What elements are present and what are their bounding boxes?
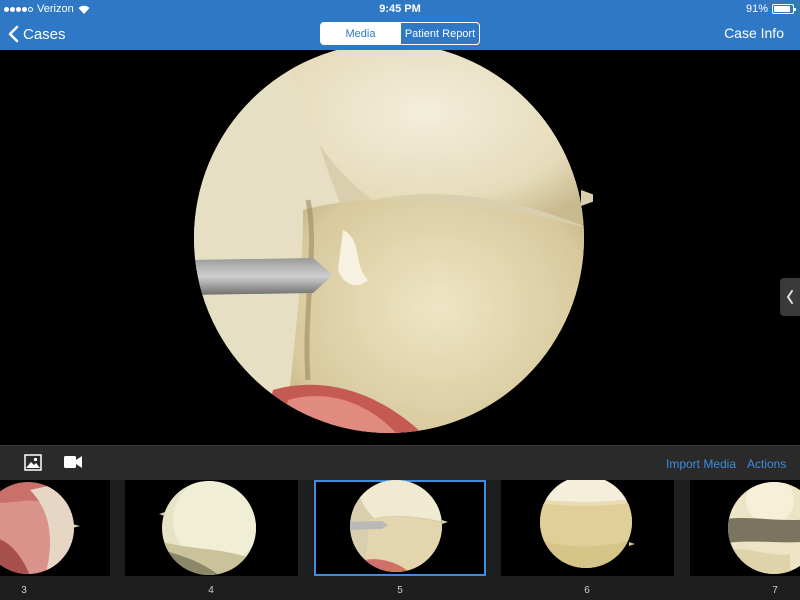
battery-icon	[772, 4, 796, 14]
status-time: 9:45 PM	[379, 3, 421, 15]
navigation-bar: Cases Media Patient Report Case Info	[0, 18, 800, 50]
thumbnail-label: 4	[208, 585, 214, 596]
thumbnail-5[interactable]	[314, 480, 486, 576]
battery-fill	[774, 6, 791, 12]
thumbnail-image	[0, 482, 80, 574]
thumbnail-image	[350, 480, 448, 572]
media-toolbar: Import Media Actions	[0, 445, 800, 480]
media-viewer[interactable]	[0, 50, 800, 445]
thumbnail-image	[159, 481, 256, 575]
actions-button[interactable]: Actions	[747, 457, 786, 471]
thumbnail-6[interactable]	[501, 480, 674, 576]
thumbnail-4[interactable]	[125, 480, 298, 576]
thumbnail-label: 5	[397, 585, 403, 596]
thumbnail-label: 6	[584, 585, 590, 596]
back-button[interactable]: Cases	[8, 22, 66, 46]
arthroscopy-image	[194, 50, 593, 433]
thumbnail-image	[728, 482, 800, 574]
segmented-control: Media Patient Report	[320, 22, 480, 45]
back-label: Cases	[23, 25, 66, 43]
thumbnail-label: 3	[21, 585, 27, 596]
thumbnail-7[interactable]	[690, 480, 800, 576]
status-right: 91%	[745, 3, 796, 15]
status-bar: Verizon 9:45 PM 91%	[0, 0, 800, 18]
battery-percent: 91%	[745, 3, 768, 15]
tab-patient-report[interactable]: Patient Report	[400, 23, 479, 44]
video-camera-icon[interactable]	[64, 456, 82, 468]
tab-media[interactable]: Media	[321, 23, 400, 44]
chevron-left-icon	[8, 25, 19, 43]
thumbnail-strip: 3 4 5 6 7	[0, 480, 800, 600]
chevron-left-icon	[786, 290, 793, 304]
photo-icon[interactable]	[24, 454, 42, 471]
side-panel-toggle[interactable]	[780, 278, 800, 316]
thumbnail-label: 7	[772, 585, 778, 596]
thumbnail-image	[540, 480, 635, 568]
thumbnail-3[interactable]	[0, 480, 110, 576]
case-info-button[interactable]: Case Info	[724, 25, 784, 41]
import-media-button[interactable]: Import Media	[666, 457, 736, 471]
